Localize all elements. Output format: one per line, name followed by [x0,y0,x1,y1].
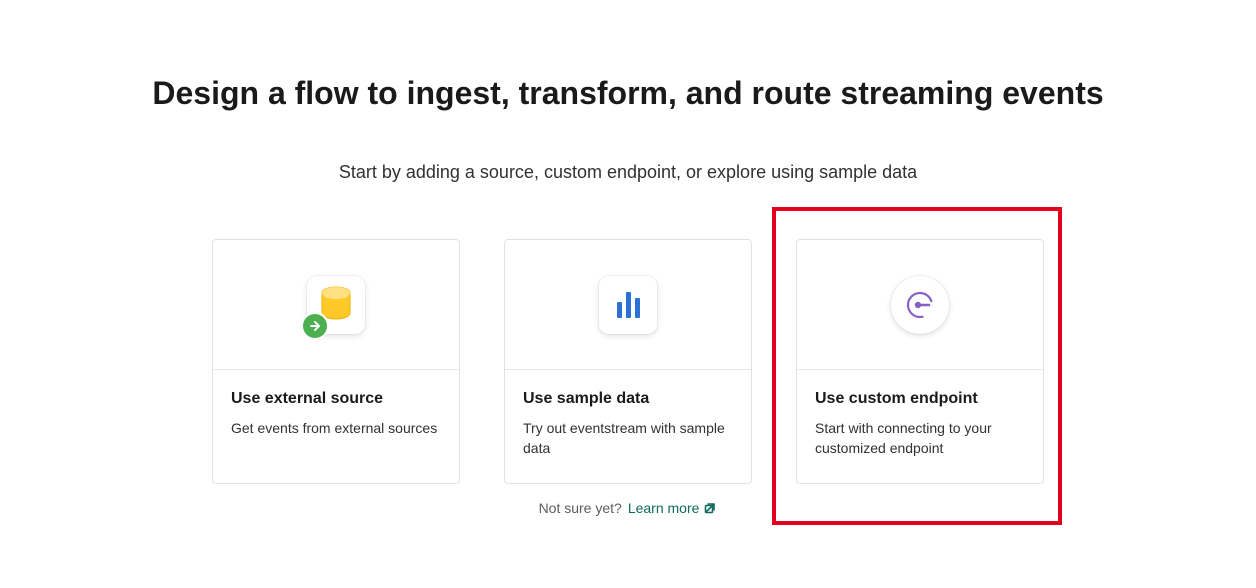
card-body: Use external source Get events from exte… [213,370,459,462]
footer-prompt-text: Not sure yet? [539,500,622,516]
endpoint-icon [891,276,949,334]
card-body: Use custom endpoint Start with connectin… [797,370,1043,483]
card-desc: Start with connecting to your customized… [815,418,1025,459]
external-link-icon [703,501,717,515]
card-use-sample-data[interactable]: Use sample data Try out eventstream with… [504,239,752,484]
arrow-right-icon [301,312,329,340]
card-desc: Try out eventstream with sample data [523,418,733,459]
learn-more-link[interactable]: Learn more [628,500,718,516]
cards-row: Use external source Get events from exte… [212,239,1044,484]
page-subtitle: Start by adding a source, custom endpoin… [339,162,917,183]
card-title: Use custom endpoint [815,390,1025,408]
footer-prompt: Not sure yet? Learn more [539,500,718,516]
card-use-external-source[interactable]: Use external source Get events from exte… [212,239,460,484]
card-icon-area [213,240,459,370]
learn-more-label: Learn more [628,500,700,516]
card-icon-area [505,240,751,370]
card-body: Use sample data Try out eventstream with… [505,370,751,483]
card-desc: Get events from external sources [231,418,441,438]
bar-chart-icon [599,276,657,334]
card-icon-area [797,240,1043,370]
page-container: Design a flow to ingest, transform, and … [0,0,1256,516]
card-title: Use external source [231,390,441,408]
database-icon [307,276,365,334]
card-use-custom-endpoint[interactable]: Use custom endpoint Start with connectin… [796,239,1044,484]
page-title: Design a flow to ingest, transform, and … [152,75,1103,112]
card-title: Use sample data [523,390,733,408]
